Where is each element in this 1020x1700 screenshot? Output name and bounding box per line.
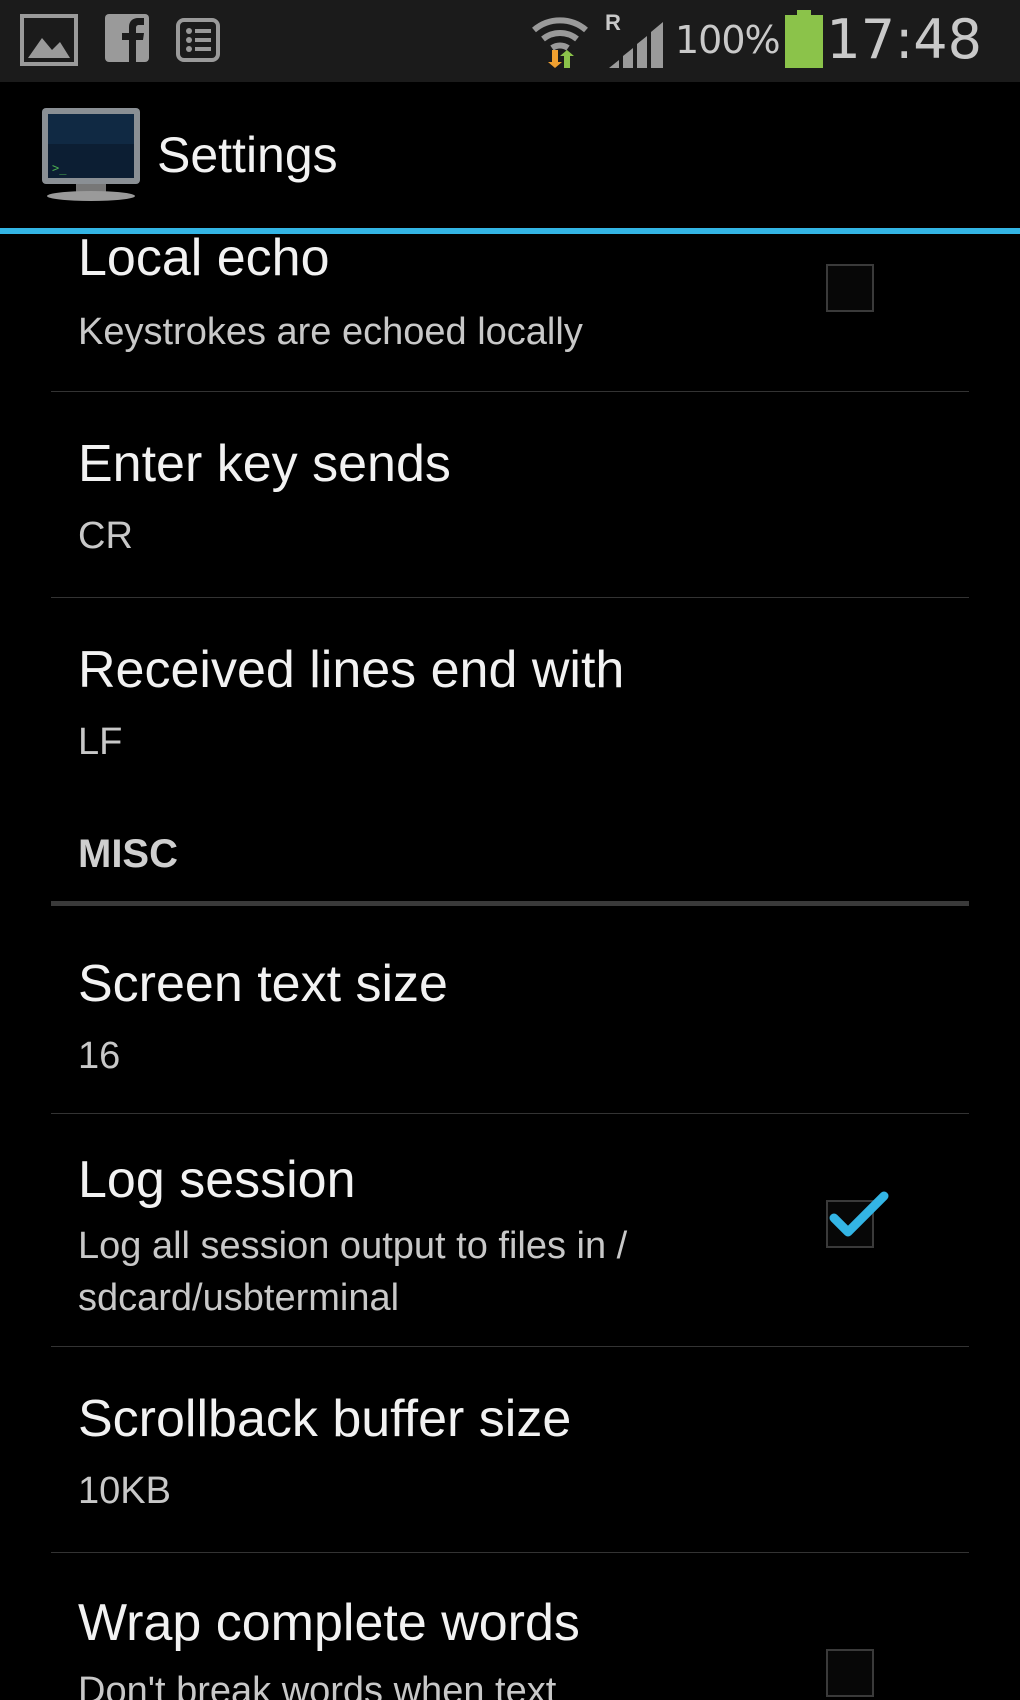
wifi-icon: [532, 17, 588, 68]
pref-summary: Log all session output to files in / sdc…: [78, 1225, 628, 1319]
pref-title: Screen text size: [78, 955, 448, 1013]
pref-summary: CR: [78, 515, 133, 557]
status-bar: R 100% 17:48: [0, 0, 1020, 83]
pref-enter-key-sends[interactable]: Enter key sends CR: [0, 392, 1020, 598]
status-time: 17:48: [826, 8, 982, 71]
pref-summary: 10KB: [78, 1470, 171, 1512]
pref-received-lines-end-with[interactable]: Received lines end with LF: [0, 598, 1020, 798]
pref-summary: Don't break words when text: [78, 1670, 557, 1700]
pref-title: Local echo: [78, 234, 330, 287]
pref-local-echo[interactable]: Local echo Keystrokes are echoed locally: [0, 234, 1020, 392]
wrap-words-checkbox[interactable]: [826, 1649, 874, 1697]
terminal-app-icon[interactable]: >_: [40, 106, 142, 202]
pref-title: Scrollback buffer size: [78, 1390, 572, 1448]
pref-title: Enter key sends: [78, 435, 451, 493]
pref-screen-text-size[interactable]: Screen text size 16: [0, 906, 1020, 1112]
pref-summary: Keystrokes are echoed locally: [78, 311, 583, 353]
battery-percent: 100%: [675, 18, 781, 62]
pref-title: Received lines end with: [78, 641, 625, 699]
svg-text:R: R: [605, 10, 621, 35]
pref-wrap-complete-words[interactable]: Wrap complete words Don't break words wh…: [0, 1553, 1020, 1700]
roaming-signal-icon: R: [605, 10, 663, 68]
pref-summary: 16: [78, 1035, 121, 1077]
category-misc: MISC: [78, 832, 178, 876]
battery-icon: [785, 10, 823, 68]
page-title: Settings: [157, 127, 338, 183]
action-bar: >_ Settings: [0, 82, 1020, 228]
pref-log-session[interactable]: Log session Log all session output to fi…: [0, 1114, 1020, 1346]
pref-summary: LF: [78, 721, 123, 763]
gallery-icon: [20, 14, 78, 66]
list-icon: [176, 18, 220, 62]
local-echo-checkbox[interactable]: [826, 264, 874, 312]
checkmark-icon: [829, 1191, 889, 1237]
pref-scrollback-buffer-size[interactable]: Scrollback buffer size 10KB: [0, 1347, 1020, 1553]
preferences-list[interactable]: Local echo Keystrokes are echoed locally…: [0, 234, 1020, 1700]
log-session-checkbox[interactable]: [826, 1191, 889, 1248]
facebook-icon: [105, 14, 149, 62]
svg-text:>_: >_: [52, 161, 67, 175]
pref-title: Log session: [78, 1151, 356, 1209]
pref-title: Wrap complete words: [78, 1594, 580, 1652]
